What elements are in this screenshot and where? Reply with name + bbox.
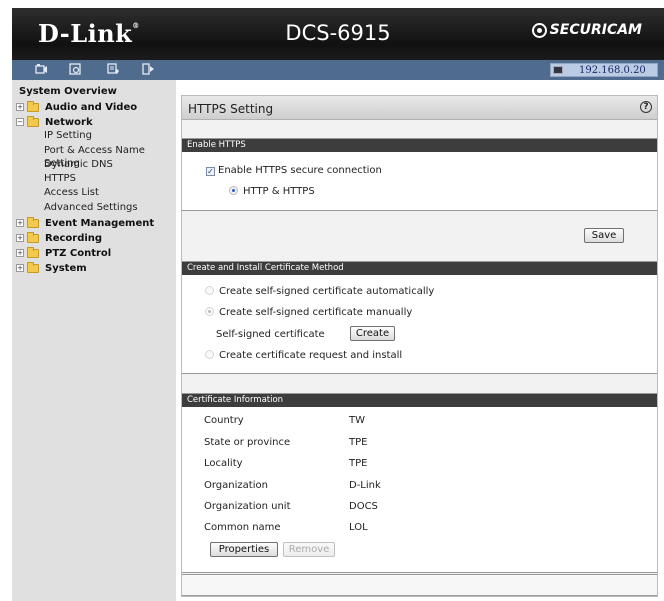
sidebar-item-port-access-name[interactable]: Port & Access Name Setting <box>44 144 176 169</box>
certificate-method-section: Create and Install Certificate Method Cr… <box>182 261 657 374</box>
cert-field-label: Common name <box>204 522 281 533</box>
expand-icon[interactable]: + <box>16 219 24 227</box>
enable-https-checkbox[interactable]: ✓ <box>206 167 215 176</box>
http-https-radio-row[interactable]: HTTP & HTTPS <box>229 186 315 197</box>
self-signed-label: Self-signed certificate <box>216 329 325 340</box>
monitor-icon <box>553 66 563 74</box>
playback-icon[interactable] <box>68 63 82 76</box>
cert-field-label: Locality <box>204 458 243 469</box>
expand-icon[interactable]: + <box>16 234 24 242</box>
cert-field-label: State or province <box>204 437 291 448</box>
option-manual-radio[interactable] <box>205 307 214 316</box>
toolbar: 192.168.0.20 <box>12 60 664 80</box>
expand-icon[interactable]: + <box>16 264 24 272</box>
folder-icon <box>27 246 39 258</box>
securicam-logo: SECURICAM <box>531 22 642 38</box>
sidebar-group-ptz-control[interactable]: + PTZ Control <box>16 246 111 260</box>
option-manual-row[interactable]: Create self-signed certificate manually <box>205 307 412 318</box>
save-button[interactable]: Save <box>584 228 624 243</box>
enable-https-section: Enable HTTPS ✓ Enable HTTPS secure connec… <box>182 138 657 211</box>
cert-field-value: TPE <box>349 458 368 469</box>
option-request-radio[interactable] <box>205 350 214 359</box>
https-setting-panel: HTTPS Setting ? Enable HTTPS ✓ Enable HTT… <box>181 95 658 597</box>
create-button[interactable]: Create <box>350 326 395 341</box>
section-header: Enable HTTPS <box>182 139 657 152</box>
properties-button[interactable]: Properties <box>210 542 278 557</box>
remove-button[interactable]: Remove <box>283 542 335 557</box>
cert-field-value: DOCS <box>349 501 378 512</box>
securicam-ring-icon <box>531 22 547 38</box>
header-bar: D-Link® DCS-6915 SECURICAM <box>12 8 664 60</box>
section-header: Create and Install Certificate Method <box>182 262 657 275</box>
option-auto-row[interactable]: Create self-signed certificate automatic… <box>205 286 434 297</box>
spacer-strip <box>182 375 657 392</box>
help-icon[interactable]: ? <box>640 101 652 113</box>
ip-address-display: 192.168.0.20 <box>550 63 658 77</box>
cert-field-value: TPE <box>349 437 368 448</box>
panel-footer <box>182 574 657 596</box>
sidebar-group-event-management[interactable]: + Event Management <box>16 216 154 230</box>
cert-field-value: LOL <box>349 522 368 533</box>
sidebar-group-recording[interactable]: + Recording <box>16 231 102 245</box>
sidebar-item-access-list[interactable]: Access List <box>44 186 99 199</box>
expand-icon[interactable]: + <box>16 103 24 111</box>
option-auto-radio[interactable] <box>205 286 214 295</box>
sidebar-group-network[interactable]: − Network <box>16 115 93 129</box>
http-https-radio[interactable] <box>229 186 238 195</box>
cert-field-label: Organization unit <box>204 501 291 512</box>
cert-field-value: TW <box>349 415 365 426</box>
collapse-icon[interactable]: − <box>16 118 24 126</box>
expand-icon[interactable]: + <box>16 249 24 257</box>
sidebar: System Overview + Audio and Video − Netw… <box>12 80 176 601</box>
sidebar-group-system[interactable]: + System <box>16 261 87 275</box>
sidebar-group-audio-video[interactable]: + Audio and Video <box>16 100 137 114</box>
folder-icon <box>27 100 39 112</box>
sidebar-item-ip-setting[interactable]: IP Setting <box>44 129 92 142</box>
logout-icon[interactable] <box>141 63 155 76</box>
live-video-icon[interactable] <box>34 63 48 76</box>
option-request-row[interactable]: Create certificate request and install <box>205 350 402 361</box>
save-strip: Save <box>182 212 657 260</box>
cert-field-label: Country <box>204 415 244 426</box>
enable-https-checkbox-row[interactable]: ✓ Enable HTTPS secure connection <box>206 165 382 176</box>
page-title: HTTPS Setting <box>188 102 274 116</box>
sidebar-item-advanced-settings[interactable]: Advanced Settings <box>44 201 138 214</box>
cert-field-value: D-Link <box>349 480 381 491</box>
folder-icon <box>27 231 39 243</box>
sidebar-title[interactable]: System Overview <box>19 86 117 97</box>
section-header: Certificate Information <box>182 394 657 407</box>
ip-address-text: 192.168.0.20 <box>579 65 646 76</box>
setup-icon[interactable] <box>106 63 120 76</box>
cert-field-label: Organization <box>204 480 268 491</box>
folder-open-icon <box>27 115 39 127</box>
sidebar-item-https[interactable]: HTTPS <box>44 172 76 185</box>
folder-icon <box>27 216 39 228</box>
certificate-info-section: Certificate Information Country TW State… <box>182 393 657 573</box>
sidebar-item-dynamic-dns[interactable]: Dynamic DNS <box>44 158 113 171</box>
panel-header: HTTPS Setting ? <box>182 96 657 120</box>
folder-icon <box>27 261 39 273</box>
